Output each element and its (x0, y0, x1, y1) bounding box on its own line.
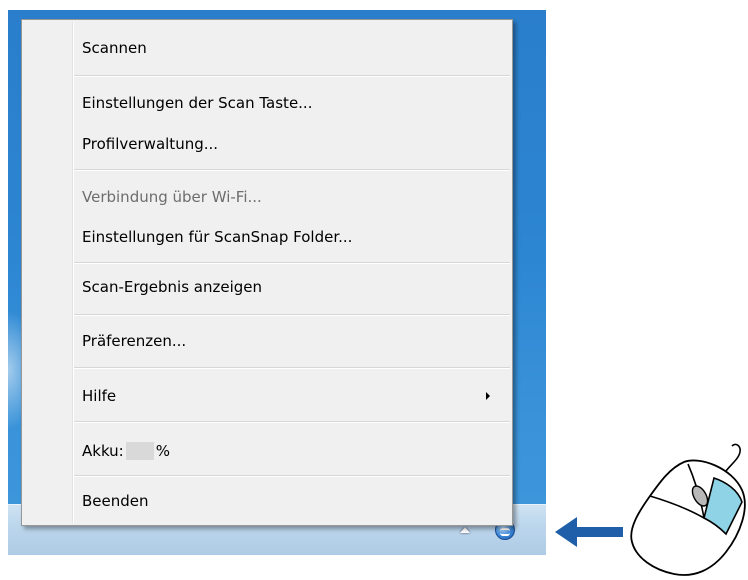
menu-item-help[interactable]: Hilfe (82, 383, 116, 409)
battery-level-masked (125, 441, 154, 460)
menu-item-exit[interactable]: Beenden (82, 488, 149, 514)
menu-separator (74, 314, 510, 316)
battery-percent-sign: % (155, 442, 170, 460)
menu-separator (74, 475, 510, 477)
menu-separator (74, 421, 510, 423)
menu-separator (74, 75, 510, 77)
menu-item-scansnap-folder-settings[interactable]: Einstellungen für ScanSnap Folder... (82, 224, 352, 250)
menu-separator (74, 169, 510, 171)
menu-item-profile-management[interactable]: Profilverwaltung... (82, 131, 218, 157)
left-arrow-icon (555, 517, 623, 547)
battery-label: Akku: (82, 442, 124, 460)
menu-item-scannen[interactable]: Scannen (82, 35, 147, 61)
mouse-right-click-icon (630, 443, 746, 576)
menu-item-scan-button-settings[interactable]: Einstellungen der Scan Taste... (82, 90, 312, 116)
menu-separator (74, 367, 510, 369)
menu-item-battery: Akku:% (82, 438, 170, 464)
menu-gutter (72, 22, 74, 523)
menu-item-show-scan-result[interactable]: Scan-Ergebnis anzeigen (82, 274, 262, 300)
menu-separator (74, 262, 510, 264)
submenu-arrow-icon (486, 392, 490, 400)
menu-item-wifi-connection: Verbindung über Wi-Fi... (82, 188, 262, 206)
menu-item-preferences[interactable]: Präferenzen... (82, 328, 186, 354)
show-hidden-icons-icon[interactable] (460, 527, 470, 533)
context-menu: Scannen Einstellungen der Scan Taste... … (21, 19, 513, 526)
screenshot: Scannen Einstellungen der Scan Taste... … (0, 0, 748, 580)
